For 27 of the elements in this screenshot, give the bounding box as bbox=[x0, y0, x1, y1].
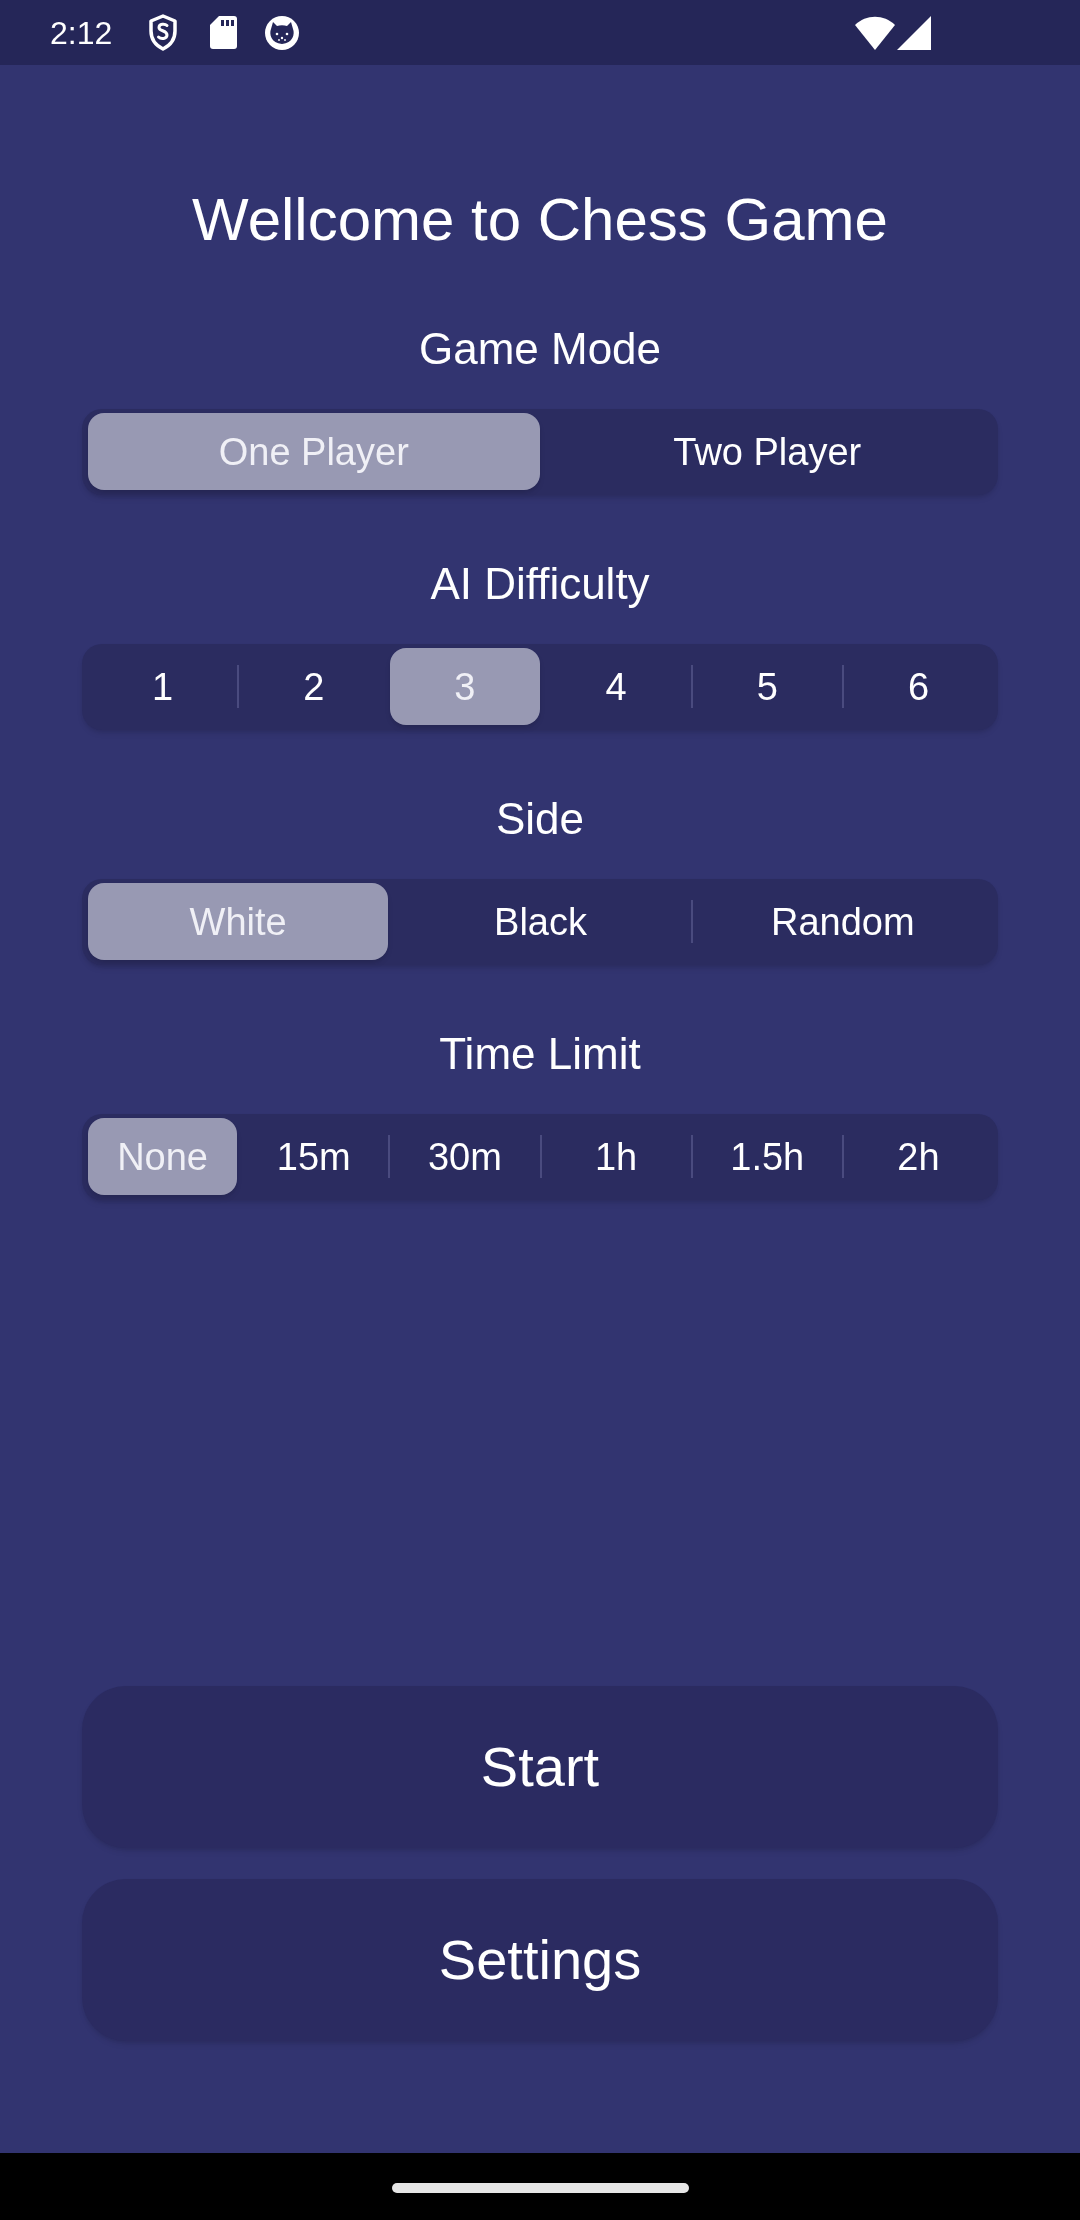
section-label: Time Limit bbox=[439, 1028, 641, 1080]
segment-option[interactable]: 4 bbox=[541, 648, 691, 725]
segment-option[interactable]: 1h bbox=[541, 1118, 691, 1195]
shield-icon bbox=[148, 14, 179, 51]
wifi-icon bbox=[855, 15, 895, 50]
cat-face-icon bbox=[265, 15, 300, 50]
page-title: Wellcome to Chess Game bbox=[192, 185, 888, 255]
segment-option[interactable]: 30m bbox=[390, 1118, 540, 1195]
signal-icon bbox=[897, 15, 931, 50]
menu-button[interactable]: Settings bbox=[82, 1879, 998, 2041]
segment-option[interactable]: 2 bbox=[239, 648, 389, 725]
segment-option[interactable]: 5 bbox=[692, 648, 842, 725]
section-label: AI Difficulty bbox=[430, 558, 650, 610]
menu-button[interactable]: Start bbox=[82, 1686, 998, 1848]
section-label: Game Mode bbox=[418, 323, 662, 375]
segment-option[interactable]: Two Player bbox=[541, 413, 993, 490]
sd-card-icon bbox=[210, 16, 238, 49]
section-label: Side bbox=[495, 793, 585, 845]
segment-option[interactable]: 1.5h bbox=[692, 1118, 842, 1195]
segment-option[interactable]: 15m bbox=[239, 1118, 389, 1195]
home-handle[interactable] bbox=[391, 2183, 689, 2193]
segment-option[interactable]: 1 bbox=[88, 648, 238, 725]
segment-option[interactable]: Random bbox=[692, 883, 993, 960]
segment-option[interactable]: Black bbox=[390, 883, 691, 960]
segment-option[interactable]: 6 bbox=[843, 648, 994, 725]
segment-option[interactable]: 2h bbox=[843, 1118, 994, 1195]
status-time: 2:12 bbox=[50, 13, 113, 53]
